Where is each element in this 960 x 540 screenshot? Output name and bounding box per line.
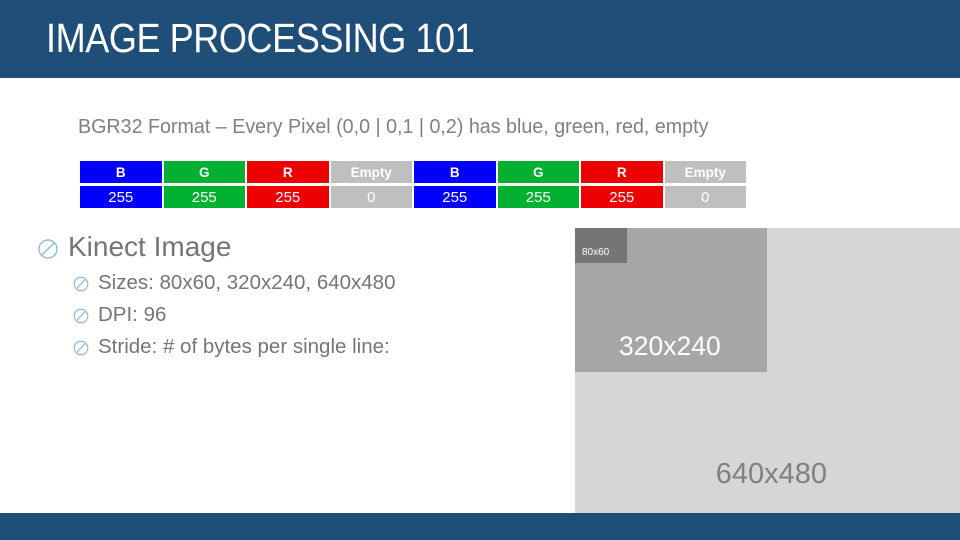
table-cell-header-g2: G	[497, 161, 579, 183]
table-cell-value-g2: 255	[497, 186, 579, 208]
table-cell-header-b2: B	[414, 161, 496, 183]
table-cell-header-b1: B	[80, 161, 162, 183]
table-cell-header-empty1: Empty	[330, 161, 412, 183]
resolution-label-640x480: 640x480	[715, 458, 827, 490]
list-item-label: Sizes: 80x60, 320x240, 640x480	[98, 271, 396, 294]
table-cell-value-g1: 255	[163, 186, 245, 208]
resolution-rect-80x60: 80x60	[575, 228, 627, 263]
table-row-headers: B G R Empty B G R Empty	[80, 161, 746, 183]
table-cell-value-b1: 255	[80, 186, 162, 208]
table-cell-value-r1: 255	[247, 186, 329, 208]
list-item-label: DPI: 96	[98, 303, 167, 326]
prohibition-circle-bullet-icon	[72, 339, 90, 357]
resolution-label-320x240: 320x240	[619, 331, 721, 361]
list-item-stride: Stride: # of bytes per single line:	[72, 331, 556, 362]
table-cell-value-empty1: 0	[330, 186, 412, 208]
table-cell-header-g1: G	[163, 161, 245, 183]
list-item-sizes: Sizes: 80x60, 320x240, 640x480	[72, 267, 556, 298]
list-item-label: Kinect Image	[68, 231, 232, 262]
table-cell-header-empty2: Empty	[664, 161, 746, 183]
prohibition-circle-bullet-icon	[72, 307, 90, 325]
prohibition-circle-bullet-icon	[36, 237, 60, 261]
header-banner: IMAGE PROCESSING 101	[0, 0, 960, 78]
bullet-list: Kinect Image Sizes: 80x60, 320x240, 640x…	[36, 228, 556, 363]
table-cell-header-r1: R	[247, 161, 329, 183]
list-item-kinect-image: Kinect Image	[36, 228, 556, 265]
pixel-format-table: B G R Empty B G R Empty 255 255 255 0 25…	[78, 158, 748, 211]
footer-bar	[0, 513, 960, 540]
table-cell-value-r2: 255	[581, 186, 663, 208]
table-row-values: 255 255 255 0 255 255 255 0	[80, 186, 746, 208]
list-item-label: Stride: # of bytes per single line:	[98, 335, 390, 358]
prohibition-circle-bullet-icon	[72, 275, 90, 293]
resolution-label-80x60: 80x60	[582, 247, 610, 258]
subtitle-text: BGR32 Format – Every Pixel (0,0 | 0,1 | …	[78, 115, 709, 138]
table-cell-value-empty2: 0	[664, 186, 746, 208]
table-cell-header-r2: R	[581, 161, 663, 183]
list-item-dpi: DPI: 96	[72, 299, 556, 330]
table-cell-value-b2: 255	[414, 186, 496, 208]
page-title: IMAGE PROCESSING 101	[46, 15, 475, 61]
